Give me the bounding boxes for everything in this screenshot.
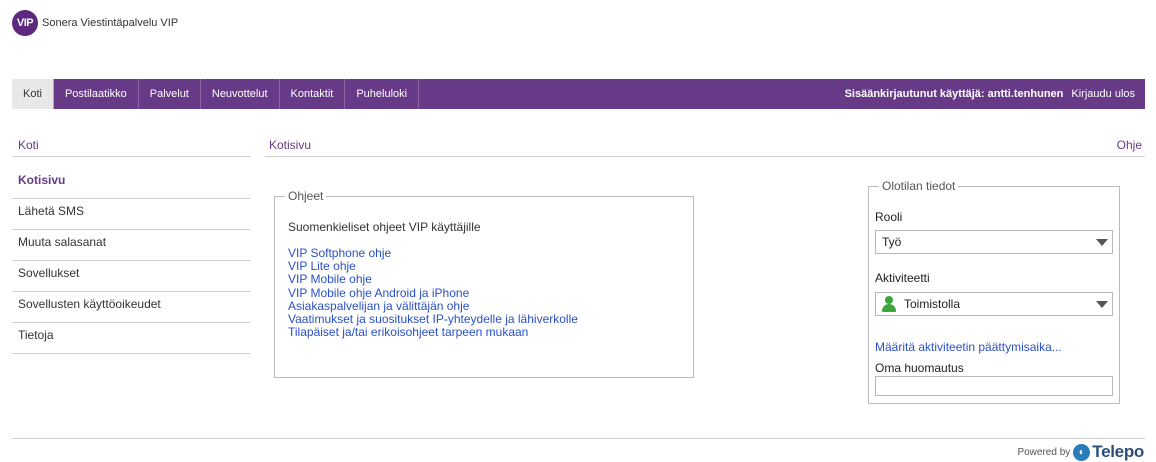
sidebar-title-text: Koti xyxy=(18,138,39,152)
footer-divider xyxy=(12,438,1145,439)
link-lite[interactable]: VIP Lite ohje xyxy=(288,259,356,273)
tab-neuvottelut[interactable]: Neuvottelut xyxy=(201,79,280,109)
vip-logo-badge: VIP xyxy=(12,10,38,36)
person-icon xyxy=(882,296,896,312)
sidebar-item-tietoja[interactable]: Tietoja xyxy=(12,323,250,354)
note-input[interactable] xyxy=(875,376,1113,396)
tab-puheluloki[interactable]: Puheluloki xyxy=(345,79,420,109)
activity-value-wrapper: Toimistolla xyxy=(876,296,1092,312)
top-nav: Koti Postilaatikko Palvelut Neuvottelut … xyxy=(12,79,1145,109)
sidebar-item-sovellukset[interactable]: Sovellukset xyxy=(12,261,250,292)
sidebar-menu: Kotisivu Lähetä SMS Muuta salasanat Sove… xyxy=(12,168,250,354)
presence-panel: Olotilan tiedot Rooli Työ Aktiviteetti T… xyxy=(868,179,1120,404)
logout-link[interactable]: Kirjaudu ulos xyxy=(1071,88,1135,100)
sidebar-item-kotisivu[interactable]: Kotisivu xyxy=(12,168,250,199)
chevron-down-icon xyxy=(1092,300,1112,308)
link-softphone[interactable]: VIP Softphone ohje xyxy=(288,246,391,260)
presence-legend: Olotilan tiedot xyxy=(879,179,959,193)
telepo-logo-icon: ◐ xyxy=(1073,443,1091,461)
nav-user-area: Sisäänkirjautunut käyttäjä: antti.tenhun… xyxy=(845,79,1145,109)
tab-palvelut[interactable]: Palvelut xyxy=(139,79,201,109)
role-select[interactable]: Työ xyxy=(875,230,1113,254)
instructions-legend: Ohjeet xyxy=(285,189,327,203)
app-logo: VIP Sonera Viestintäpalvelu VIP xyxy=(12,10,178,36)
main-header: Kotisivu Ohje xyxy=(265,134,1145,157)
activity-value: Toimistolla xyxy=(904,297,961,311)
instructions-links: VIP Softphone ohje VIP Lite ohje VIP Mob… xyxy=(288,247,578,339)
help-link[interactable]: Ohje xyxy=(1117,138,1142,152)
chevron-down-icon xyxy=(1092,238,1112,246)
instructions-panel: Ohjeet Suomenkieliset ohjeet VIP käyttäj… xyxy=(274,189,694,378)
link-mobile[interactable]: VIP Mobile ohje xyxy=(288,272,372,286)
telepo-brand: Telepo xyxy=(1092,442,1144,461)
powered-by: Powered by ◐ Telepo xyxy=(1017,442,1144,462)
link-temporary-instructions[interactable]: Tilapäiset ja/tai erikoisohjeet tarpeen … xyxy=(288,325,528,339)
sidebar-item-sovellusten-kayttooikeudet[interactable]: Sovellusten käyttöoikeudet xyxy=(12,292,250,323)
activity-select[interactable]: Toimistolla xyxy=(875,292,1113,316)
tab-kontaktit[interactable]: Kontaktit xyxy=(280,79,346,109)
note-label: Oma huomautus xyxy=(875,361,964,375)
sidebar-item-muuta-salasanat[interactable]: Muuta salasanat xyxy=(12,230,250,261)
powered-by-text: Powered by xyxy=(1017,446,1071,458)
breadcrumb: Kotisivu xyxy=(269,138,312,152)
role-label: Rooli xyxy=(875,210,903,224)
tab-postilaatikko[interactable]: Postilaatikko xyxy=(54,79,139,109)
activity-label: Aktiviteetti xyxy=(875,271,930,285)
app-title: Sonera Viestintäpalvelu VIP xyxy=(42,17,179,29)
logged-in-user: Sisäänkirjautunut käyttäjä: antti.tenhun… xyxy=(844,88,1064,100)
link-mobile-android-iphone[interactable]: VIP Mobile ohje Android ja iPhone xyxy=(288,286,469,300)
sidebar-item-laheta-sms[interactable]: Lähetä SMS xyxy=(12,199,250,230)
set-activity-end-link[interactable]: Määritä aktiviteetin päättymisaika... xyxy=(875,340,1062,354)
link-requirements[interactable]: Vaatimukset ja suositukset IP-yhteydelle… xyxy=(288,312,578,326)
link-customer-service[interactable]: Asiakaspalvelijan ja välittäjän ohje xyxy=(288,299,469,313)
instructions-intro: Suomenkieliset ohjeet VIP käyttäjille xyxy=(288,220,481,234)
sidebar-title: Koti xyxy=(12,134,250,157)
role-value: Työ xyxy=(882,235,902,249)
tab-koti[interactable]: Koti xyxy=(12,79,54,109)
